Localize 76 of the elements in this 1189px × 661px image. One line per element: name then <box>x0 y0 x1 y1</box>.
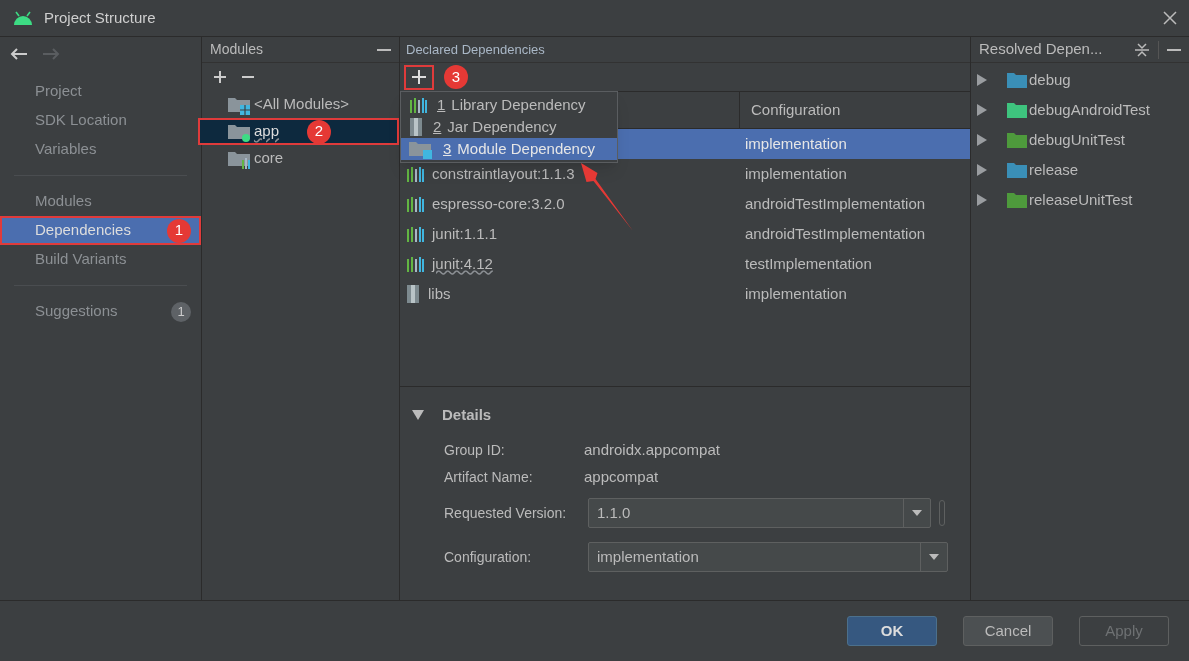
sidebar-item[interactable]: SDK Location <box>0 106 201 135</box>
module-item[interactable]: app 2 <box>198 118 399 145</box>
collapse-all-icon[interactable] <box>1134 41 1150 58</box>
table-cell-text: androidTestImplementation <box>744 223 926 244</box>
field-label: Requested Version: <box>444 503 568 523</box>
table-row[interactable]: espresso-core:3.2.0 androidTestImplementation <box>400 189 970 219</box>
sidebar-item[interactable]: Dependencies 1 <box>0 216 201 245</box>
window-title: Project Structure <box>44 7 156 28</box>
table-cell-text: constraintlayout:1.1.3 <box>432 163 575 184</box>
library-icon <box>406 256 424 272</box>
step-number-badge: 2 <box>307 119 332 144</box>
table-row[interactable]: junit:1.1.1 androidTestImplementation <box>400 219 970 249</box>
module-item[interactable]: core <box>202 145 399 172</box>
field-label: Group ID: <box>444 441 506 460</box>
tree-item[interactable]: debugAndroidTest <box>1029 98 1150 122</box>
step-number-badge: 3 <box>444 65 468 89</box>
table-cell-text: junit:1.1.1 <box>432 223 498 244</box>
table-cell-text: junit:4.12 <box>432 253 493 274</box>
jar-icon <box>406 285 420 303</box>
expand-arrow-icon <box>977 74 987 86</box>
panel-title: Declared Dependencies <box>406 40 545 59</box>
panel-title: Resolved Depen... <box>979 39 1104 60</box>
field-value: androidx.appcompat <box>584 440 720 461</box>
expand-arrow-icon <box>977 164 987 176</box>
expand-arrow-icon <box>977 104 987 116</box>
tree-item[interactable]: releaseUnitTest <box>1029 188 1133 212</box>
library-icon <box>406 196 424 212</box>
dialog-button[interactable]: OK <box>847 616 937 646</box>
panel-title: Modules <box>210 40 264 59</box>
expand-arrow-icon <box>977 134 987 146</box>
jar-icon <box>409 118 423 136</box>
add-icon[interactable] <box>214 71 226 83</box>
table-cell-text: espresso-core:3.2.0 <box>432 193 565 214</box>
table-cell-text: implementation <box>744 163 847 184</box>
sidebar-item[interactable]: Project <box>0 77 201 106</box>
section-title: Details <box>442 404 492 425</box>
dialog-button[interactable]: Cancel <box>963 616 1053 646</box>
library-icon <box>409 97 427 113</box>
menu-item[interactable]: 1 Library Dependency <box>401 94 617 116</box>
step-number-badge: 1 <box>167 218 191 243</box>
module-item[interactable]: <All Modules> <box>202 91 399 118</box>
table-row[interactable]: junit:4.12 testImplementation <box>400 249 970 279</box>
module-folder-icon <box>409 139 433 159</box>
table-cell-text: testImplementation <box>744 253 872 274</box>
dropdown-field[interactable]: implementation <box>588 542 948 572</box>
table-row[interactable]: libs implementation <box>400 279 970 309</box>
tree-item[interactable]: release <box>1029 158 1079 182</box>
dropdown-caret-icon <box>929 554 939 560</box>
android-icon <box>12 11 34 25</box>
sidebar-item[interactable]: Variables <box>0 135 201 164</box>
collapse-caret-icon[interactable] <box>412 410 424 420</box>
tree-item[interactable]: debugUnitTest <box>1029 128 1125 152</box>
dropdown-caret-icon <box>912 510 922 516</box>
sidebar-item[interactable]: Suggestions 1 <box>0 297 201 326</box>
close-icon[interactable] <box>1163 11 1177 25</box>
column-header: Configuration <box>750 99 842 120</box>
table-cell-text: implementation <box>744 283 847 304</box>
back-arrow-icon[interactable] <box>10 47 28 61</box>
library-icon <box>406 226 424 242</box>
sidebar-item[interactable]: Build Variants <box>0 245 201 274</box>
tree-item[interactable]: debug <box>1029 68 1071 92</box>
field-label: Configuration: <box>444 547 533 567</box>
add-icon[interactable] <box>412 70 426 84</box>
sidebar-item[interactable]: Modules <box>0 187 201 216</box>
expand-arrow-icon <box>977 194 987 206</box>
table-row[interactable]: constraintlayout:1.1.3 implementation <box>400 159 970 189</box>
resize-handle[interactable] <box>939 500 945 526</box>
library-icon <box>406 166 424 182</box>
table-cell-text: androidTestImplementation <box>744 193 926 214</box>
count-badge: 1 <box>171 301 191 322</box>
dropdown-field[interactable]: 1.1.0 <box>588 498 931 528</box>
menu-item[interactable]: 3 Module Dependency <box>401 138 617 160</box>
field-value: appcompat <box>584 467 659 488</box>
table-cell-text: implementation <box>744 133 847 154</box>
field-label: Artifact Name: <box>444 468 534 487</box>
table-cell-text: libs <box>428 283 451 304</box>
